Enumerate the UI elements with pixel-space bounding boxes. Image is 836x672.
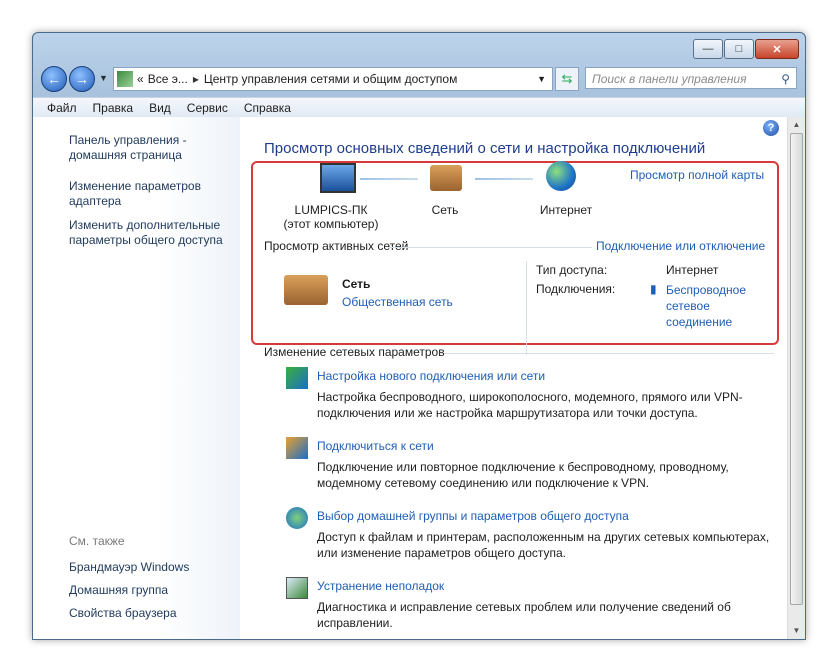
task-connect-link[interactable]: Подключиться к сети <box>317 439 434 453</box>
computer-label: LUMPICS-ПК <box>294 203 368 217</box>
main-pane: ? Просмотр основных сведений о сети и на… <box>240 117 787 639</box>
computer-sublabel: (этот компьютер) <box>283 217 379 231</box>
wireless-connection-link[interactable]: Беспроводное сетевое соединение <box>666 282 756 330</box>
full-map-link[interactable]: Просмотр полной карты <box>630 168 764 182</box>
homegroup-icon <box>286 507 308 529</box>
task-homegroup-link[interactable]: Выбор домашней группы и параметров общег… <box>317 509 629 523</box>
connect-disconnect-link[interactable]: Подключение или отключение <box>596 239 765 253</box>
task-new-connection-link[interactable]: Настройка нового подключения или сети <box>317 369 545 383</box>
breadcrumb-root-chevron-icon: « <box>137 72 144 86</box>
access-type-value: Интернет <box>666 263 719 277</box>
explorer-window: — □ ✕ ← → ▼ « Все э... ▸ Центр управлени… <box>32 32 806 640</box>
internet-label: Интернет <box>539 203 593 217</box>
recent-pages-icon[interactable]: ▼ <box>99 73 108 83</box>
maximize-button[interactable]: □ <box>724 39 754 59</box>
connections-label: Подключения: <box>536 282 616 296</box>
breadcrumb-root[interactable]: Все э... <box>148 72 188 86</box>
network-bench-icon <box>430 165 462 191</box>
sidebar-link-sharing[interactable]: Изменить дополнительные параметры общего… <box>69 218 229 248</box>
search-icon[interactable]: ⚲ <box>781 68 790 90</box>
scroll-down-icon[interactable]: ▼ <box>788 623 805 639</box>
map-connector <box>475 178 533 180</box>
forward-button[interactable]: → <box>69 66 95 92</box>
sidebar-link-home[interactable]: Панель управления - домашняя страница <box>69 133 209 163</box>
divider <box>526 261 527 355</box>
menu-view[interactable]: Вид <box>149 101 171 115</box>
task-new-connection-desc: Настройка беспроводного, широкополосного… <box>317 390 743 420</box>
sidebar-link-browser[interactable]: Свойства браузера <box>69 606 177 621</box>
wireless-signal-icon: ▮ <box>650 282 657 296</box>
computer-name: LUMPICS-ПК (этот компьютер) <box>266 203 396 231</box>
scroll-thumb[interactable] <box>790 133 803 605</box>
menu-help[interactable]: Справка <box>244 101 291 115</box>
task-connect-desc: Подключение или повторное подключение к … <box>317 460 729 490</box>
change-settings-header: Изменение сетевых параметров <box>264 345 445 359</box>
new-connection-icon <box>286 367 308 389</box>
active-network-bench-icon <box>284 275 328 305</box>
breadcrumb-separator-icon: ▸ <box>192 72 199 86</box>
content-area: Панель управления - домашняя страница Из… <box>33 117 805 639</box>
refresh-button[interactable]: ⇆ <box>555 67 579 91</box>
computer-icon <box>320 163 356 193</box>
sidebar-link-firewall[interactable]: Брандмауэр Windows <box>69 560 189 575</box>
troubleshoot-icon <box>286 577 308 599</box>
sidebar-link-adapter[interactable]: Изменение параметров адаптера <box>69 179 219 209</box>
see-also-header: См. также <box>69 534 125 548</box>
network-center-icon <box>117 71 133 87</box>
breadcrumb-current[interactable]: Центр управления сетями и общим доступом <box>204 72 458 86</box>
sidebar: Панель управления - домашняя страница Из… <box>33 117 240 639</box>
address-bar[interactable]: « Все э... ▸ Центр управления сетями и о… <box>113 67 553 91</box>
back-button[interactable]: ← <box>41 66 67 92</box>
network-type-link[interactable]: Общественная сеть <box>342 295 453 309</box>
search-input[interactable]: Поиск в панели управления ⚲ <box>585 67 797 89</box>
menu-bar: Файл Правка Вид Сервис Справка <box>33 97 805 118</box>
vertical-scrollbar[interactable]: ▲ ▼ <box>787 117 805 639</box>
menu-edit[interactable]: Правка <box>93 101 134 115</box>
divider <box>444 353 774 354</box>
task-homegroup-desc: Доступ к файлам и принтерам, расположенн… <box>317 530 770 560</box>
access-type-label: Тип доступа: <box>536 263 608 277</box>
scroll-up-icon[interactable]: ▲ <box>788 117 805 133</box>
internet-globe-icon <box>546 161 576 191</box>
page-title: Просмотр основных сведений о сети и наст… <box>264 140 706 157</box>
task-troubleshoot-desc: Диагностика и исправление сетевых пробле… <box>317 600 731 630</box>
menu-file[interactable]: Файл <box>47 101 77 115</box>
active-network-name: Сеть <box>342 277 371 291</box>
task-troubleshoot-link[interactable]: Устранение неполадок <box>317 579 444 593</box>
sidebar-link-homegroup[interactable]: Домашняя группа <box>69 583 168 598</box>
minimize-button[interactable]: — <box>693 39 723 59</box>
active-networks-header: Просмотр активных сетей <box>264 239 409 253</box>
map-connector <box>360 178 418 180</box>
connect-network-icon <box>286 437 308 459</box>
network-label: Сеть <box>431 203 459 217</box>
menu-tools[interactable]: Сервис <box>187 101 228 115</box>
search-placeholder: Поиск в панели управления <box>592 72 747 86</box>
help-icon[interactable]: ? <box>763 120 779 136</box>
title-bar: — □ ✕ <box>33 33 805 61</box>
address-row: ← → ▼ « Все э... ▸ Центр управления сетя… <box>33 63 805 95</box>
divider <box>388 247 592 248</box>
address-dropdown-icon[interactable]: ▼ <box>537 74 546 84</box>
close-button[interactable]: ✕ <box>755 39 799 59</box>
